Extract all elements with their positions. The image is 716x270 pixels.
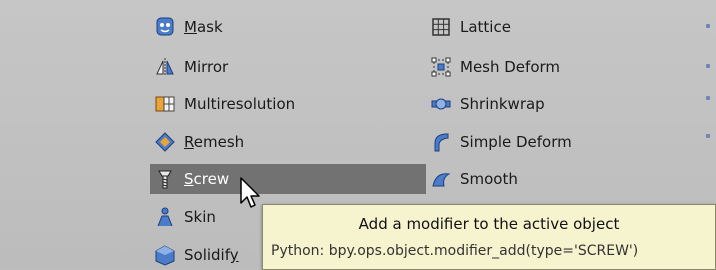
smooth-icon	[430, 168, 452, 190]
menu-item-label: Remesh	[184, 133, 245, 151]
multiresolution-icon	[154, 93, 176, 115]
menu-item-multiresolution[interactable]: Multiresolution	[150, 89, 420, 119]
simple-deform-icon	[430, 131, 452, 153]
menu-item-label: Simple Deform	[460, 133, 572, 151]
menu-item-label: Skin	[184, 208, 216, 226]
shrinkwrap-icon	[430, 93, 452, 115]
tooltip: Add a modifier to the active object Pyth…	[262, 204, 716, 270]
screw-icon	[154, 168, 176, 190]
menu-item-simple-deform[interactable]: Simple Deform	[426, 127, 686, 157]
mask-icon	[154, 16, 176, 38]
menu-item-label: Screw	[184, 170, 230, 188]
skin-icon	[154, 206, 176, 228]
clipped-column-marker	[706, 134, 710, 138]
menu-item-label: Smooth	[460, 170, 518, 188]
clipped-column-marker	[706, 24, 710, 28]
remesh-icon	[154, 131, 176, 153]
tooltip-python: Python: bpy.ops.object.modifier_add(type…	[271, 243, 639, 259]
menu-item-mesh-deform[interactable]: Mesh Deform	[426, 52, 686, 82]
mesh-deform-icon	[430, 56, 452, 78]
clipped-column-marker	[706, 64, 710, 68]
menu-item-label: Lattice	[460, 18, 511, 36]
menu-item-shrinkwrap[interactable]: Shrinkwrap	[426, 89, 686, 119]
menu-item-mask[interactable]: Mask	[150, 12, 420, 42]
menu-item-label: Mesh Deform	[460, 58, 561, 76]
menu-item-lattice[interactable]: Lattice	[426, 12, 686, 42]
menu-item-solidify[interactable]: Solidify	[150, 240, 260, 270]
lattice-icon	[430, 16, 452, 38]
menu-item-label: Multiresolution	[184, 95, 296, 113]
clipped-column-marker	[706, 96, 710, 100]
menu-item-label: Mirror	[184, 58, 229, 76]
mouse-cursor-icon	[240, 177, 260, 208]
menu-item-label: Mask	[184, 18, 223, 36]
solidify-icon	[154, 244, 176, 266]
menu-item-label: Shrinkwrap	[460, 95, 545, 113]
menu-item-smooth[interactable]: Smooth	[426, 164, 686, 194]
tooltip-description: Add a modifier to the active object	[358, 215, 620, 233]
mirror-icon	[154, 56, 176, 78]
menu-item-screw[interactable]: Screw	[150, 164, 426, 194]
menu-item-label: Solidify	[184, 246, 239, 264]
menu-item-remesh[interactable]: Remesh	[150, 127, 420, 157]
menu-item-mirror[interactable]: Mirror	[150, 52, 420, 82]
